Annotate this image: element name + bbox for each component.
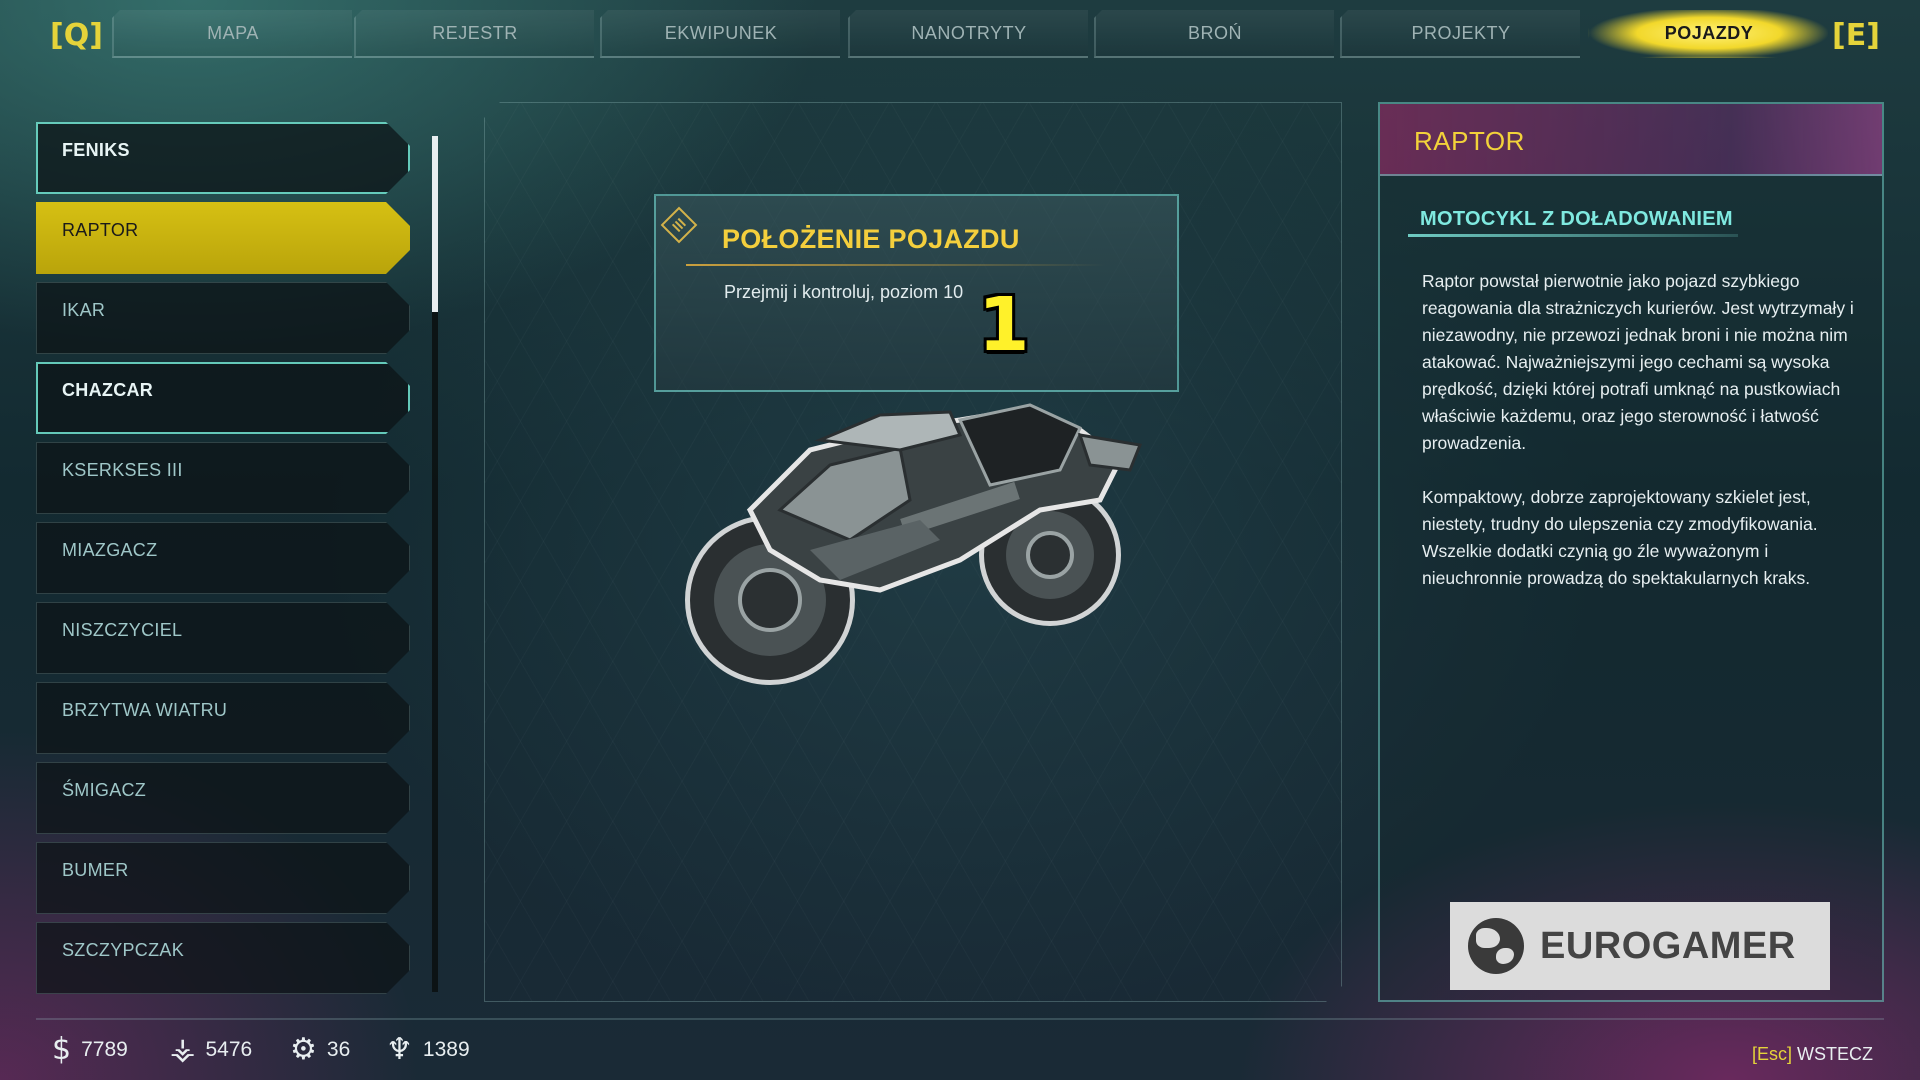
tab-rejestr[interactable]: REJESTR xyxy=(354,10,594,58)
feltrite-crystal-icon: ⚶ xyxy=(170,1032,196,1067)
vehicle-item-feniks[interactable]: FENIKS xyxy=(36,122,410,194)
bottom-divider xyxy=(36,1018,1884,1020)
vehicle-item-brzytwa-wiatru[interactable]: BRZYTWA WIATRU xyxy=(36,682,410,754)
dollar-icon: $ xyxy=(52,1032,72,1067)
raptor-motorcycle-image xyxy=(685,403,1143,685)
location-description: Przejmij i kontroluj, poziom 10 xyxy=(724,282,964,302)
gear-icon: ⚙ xyxy=(290,1032,317,1067)
vehicle-item-miazgacz[interactable]: MIAZGACZ xyxy=(36,522,410,594)
back-label: WSTECZ xyxy=(1797,1044,1874,1064)
description-paragraph-2: Kompaktowy, dobrze zaprojektowany szkiel… xyxy=(1422,487,1818,588)
vehicle-location-card: POŁOŻENIE POJAZDU Przejmij i kontroluj, … xyxy=(654,194,1179,392)
vehicle-item-ikar[interactable]: IKAR xyxy=(36,282,410,354)
watermark-text: EUROGAMER xyxy=(1540,924,1796,967)
tab-bron[interactable]: BROŃ xyxy=(1094,10,1334,58)
vehicle-item-bumer[interactable]: BUMER xyxy=(36,842,410,914)
vehicle-item-smigacz[interactable]: ŚMIGACZ xyxy=(36,762,410,834)
vehicle-type-subtitle: MOTOCYKL Z DOŁADOWANIEM xyxy=(1420,208,1733,230)
vehicle-list: FENIKS RAPTOR IKAR CHAZCAR KSERKSES III … xyxy=(36,122,412,1002)
next-tab-key-hint[interactable]: [E] xyxy=(1832,18,1880,53)
tab-mapa[interactable]: MAPA xyxy=(112,10,352,58)
money-value: 7789 xyxy=(81,1037,128,1061)
vehicle-item-szczypczak[interactable]: SZCZYPCZAK xyxy=(36,922,410,994)
prev-tab-key-hint[interactable]: [Q] xyxy=(50,18,103,53)
resource-ark: ♆ 1389 xyxy=(386,1032,470,1067)
tab-ekwipunek[interactable]: EKWIPUNEK xyxy=(600,10,840,58)
description-paragraph-1: Raptor powstał pierwotnie jako pojazd sz… xyxy=(1422,271,1854,453)
annotation-number: 1 xyxy=(978,282,1030,368)
resource-parts: ⚙ 36 xyxy=(290,1032,350,1067)
vehicle-item-chazcar[interactable]: CHAZCAR xyxy=(36,362,410,434)
tab-nanotryty[interactable]: NANOTRYTY xyxy=(848,10,1088,58)
top-tab-bar: [Q] MAPA REJESTR EKWIPUNEK NANOTRYTY BRO… xyxy=(0,0,1920,66)
tab-projekty[interactable]: PROJEKTY xyxy=(1340,10,1580,58)
bottom-resource-bar: $ 7789 ⚶ 5476 ⚙ 36 ♆ 1389 [Esc] WSTECZ xyxy=(0,1008,1920,1080)
esc-key-hint: [Esc] xyxy=(1752,1044,1793,1064)
globe-logo-icon xyxy=(1468,918,1524,974)
location-title-underline xyxy=(686,264,1106,266)
diamond-location-icon xyxy=(660,206,698,244)
resource-feltrite: ⚶ 5476 xyxy=(170,1032,252,1067)
parts-value: 36 xyxy=(326,1037,351,1061)
vehicle-item-niszczyciel[interactable]: NISZCZYCIEL xyxy=(36,602,410,674)
vehicle-item-kserkses[interactable]: KSERKSES III xyxy=(36,442,410,514)
vehicle-item-raptor[interactable]: RAPTOR xyxy=(36,202,410,274)
ark-value: 1389 xyxy=(422,1037,470,1061)
location-title: POŁOŻENIE POJAZDU xyxy=(722,224,1020,254)
subtitle-underline xyxy=(1408,234,1738,237)
vehicle-name-title: RAPTOR xyxy=(1414,126,1525,156)
back-button[interactable]: [Esc] WSTECZ xyxy=(1752,1044,1873,1065)
eurogamer-watermark: EUROGAMER xyxy=(1450,902,1830,990)
vehicle-info-panel: RAPTOR MOTOCYKL Z DOŁADOWANIEM Raptor po… xyxy=(1378,102,1884,1002)
resource-money: $ 7789 xyxy=(52,1032,128,1067)
feltrite-value: 5476 xyxy=(205,1037,253,1061)
tab-pojazdy[interactable]: POJAZDY xyxy=(1588,10,1828,58)
vehicle-description: Raptor powstał pierwotnie jako pojazd sz… xyxy=(1422,268,1856,592)
ark-wings-icon: ♆ xyxy=(386,1032,413,1067)
vehicle-list-scroll-thumb[interactable] xyxy=(432,136,438,312)
info-header: RAPTOR xyxy=(1380,104,1882,176)
